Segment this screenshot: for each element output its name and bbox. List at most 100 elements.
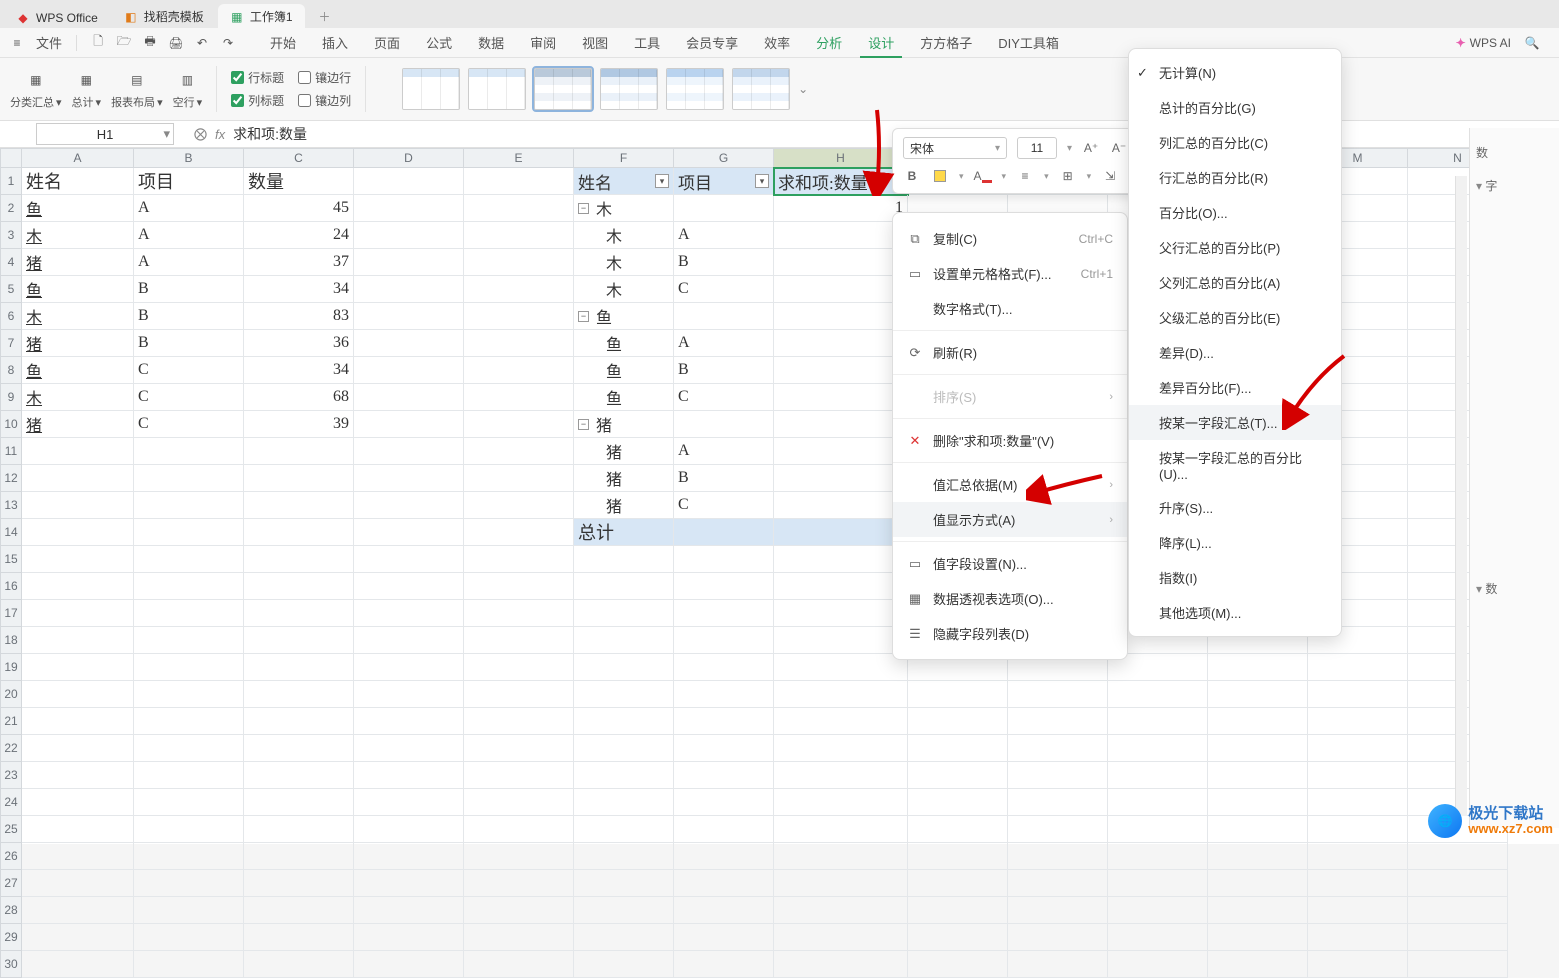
- cell[interactable]: C: [674, 384, 774, 411]
- cell[interactable]: [1208, 681, 1308, 708]
- tab-view[interactable]: 视图: [569, 27, 621, 58]
- name-box[interactable]: H1▾: [36, 123, 174, 145]
- pivot-style-swatch[interactable]: [666, 68, 724, 110]
- layout-button[interactable]: ▤ 报表布局▾: [111, 68, 163, 110]
- chk-banded-col[interactable]: 镶边列: [298, 92, 351, 109]
- cell[interactable]: B: [674, 357, 774, 384]
- cell[interactable]: [134, 573, 244, 600]
- cell[interactable]: 猪: [22, 249, 134, 276]
- redo-icon[interactable]: ↷: [217, 32, 239, 54]
- cell[interactable]: C: [674, 276, 774, 303]
- cell[interactable]: [774, 816, 908, 843]
- cell[interactable]: [674, 573, 774, 600]
- cm-number-format[interactable]: 数字格式(T)...: [893, 291, 1127, 326]
- tab-analysis[interactable]: 分析: [803, 27, 855, 58]
- cell[interactable]: [22, 600, 134, 627]
- cell[interactable]: [774, 789, 908, 816]
- cell[interactable]: [244, 465, 354, 492]
- cell[interactable]: [1008, 762, 1108, 789]
- align-icon[interactable]: ≡: [1016, 167, 1034, 185]
- cell[interactable]: A: [134, 249, 244, 276]
- cell[interactable]: [908, 951, 1008, 978]
- cell[interactable]: [244, 762, 354, 789]
- cell[interactable]: [1208, 816, 1308, 843]
- cell[interactable]: A: [674, 222, 774, 249]
- sm-index[interactable]: 指数(I): [1129, 560, 1341, 595]
- cell[interactable]: [354, 546, 464, 573]
- cell[interactable]: [1208, 735, 1308, 762]
- cell[interactable]: C: [674, 492, 774, 519]
- cell[interactable]: [574, 924, 674, 951]
- cell[interactable]: [774, 546, 908, 573]
- cell[interactable]: [22, 843, 134, 870]
- cell[interactable]: [774, 276, 908, 303]
- cell[interactable]: [1008, 924, 1108, 951]
- cell[interactable]: [22, 708, 134, 735]
- search-icon[interactable]: 🔍: [1521, 32, 1543, 54]
- sm-row-pct[interactable]: 行汇总的百分比(R): [1129, 160, 1341, 195]
- cell[interactable]: [244, 708, 354, 735]
- cell[interactable]: [674, 303, 774, 330]
- chk-row-header[interactable]: 行标题: [231, 69, 284, 86]
- collapse-button[interactable]: −: [578, 203, 589, 214]
- cell[interactable]: [1208, 789, 1308, 816]
- cell[interactable]: [464, 708, 574, 735]
- cell[interactable]: [1408, 924, 1508, 951]
- sm-by-field-pct[interactable]: 按某一字段汇总的百分比(U)...: [1129, 440, 1341, 490]
- cell[interactable]: [464, 951, 574, 978]
- cell[interactable]: [354, 303, 464, 330]
- cell[interactable]: [908, 708, 1008, 735]
- row-header[interactable]: 15: [0, 546, 22, 573]
- tab-diy[interactable]: DIY工具箱: [985, 27, 1072, 58]
- cell[interactable]: [134, 654, 244, 681]
- side-item[interactable]: 数: [1476, 144, 1553, 161]
- cell[interactable]: [134, 735, 244, 762]
- cell[interactable]: [22, 627, 134, 654]
- cell[interactable]: [1108, 681, 1208, 708]
- cell[interactable]: [354, 222, 464, 249]
- select-all-corner[interactable]: [0, 148, 22, 168]
- cell[interactable]: [354, 762, 464, 789]
- sm-pct[interactable]: 百分比(O)...: [1129, 195, 1341, 230]
- cell[interactable]: [1108, 951, 1208, 978]
- cell[interactable]: [774, 735, 908, 762]
- row-header[interactable]: 7: [0, 330, 22, 357]
- cell[interactable]: [22, 924, 134, 951]
- cell[interactable]: [22, 573, 134, 600]
- cm-refresh[interactable]: ⟳刷新(R): [893, 335, 1127, 370]
- cell[interactable]: [774, 951, 908, 978]
- cell[interactable]: [244, 816, 354, 843]
- chk-col-header[interactable]: 列标题: [231, 92, 284, 109]
- col-header[interactable]: D: [354, 148, 464, 168]
- cell[interactable]: [774, 627, 908, 654]
- menu-icon[interactable]: ≡: [6, 32, 28, 54]
- font-family-select[interactable]: 宋体▾: [903, 137, 1007, 159]
- grow-font-icon[interactable]: A⁺: [1082, 139, 1100, 157]
- cell[interactable]: [354, 681, 464, 708]
- cell[interactable]: [464, 816, 574, 843]
- side-item[interactable]: ▾ 数: [1476, 580, 1553, 597]
- cell[interactable]: [464, 870, 574, 897]
- cell[interactable]: [22, 897, 134, 924]
- grandtotal-button[interactable]: ▦ 总计▾: [72, 68, 102, 110]
- vertical-scrollbar[interactable]: [1455, 176, 1467, 816]
- tab-tools[interactable]: 工具: [621, 27, 673, 58]
- cell[interactable]: 项目: [134, 168, 244, 195]
- cell[interactable]: [1408, 870, 1508, 897]
- file-menu[interactable]: 文件: [32, 32, 66, 54]
- cell[interactable]: 木: [22, 384, 134, 411]
- cell[interactable]: [134, 519, 244, 546]
- cell[interactable]: [134, 951, 244, 978]
- cell[interactable]: [1208, 924, 1308, 951]
- cell[interactable]: A: [134, 195, 244, 222]
- cell[interactable]: [354, 357, 464, 384]
- cell[interactable]: [1008, 735, 1108, 762]
- cell[interactable]: [134, 789, 244, 816]
- cell[interactable]: [674, 681, 774, 708]
- style-expand[interactable]: ⌄: [798, 82, 812, 96]
- cell[interactable]: 83: [244, 303, 354, 330]
- cell[interactable]: [354, 924, 464, 951]
- cell[interactable]: [22, 492, 134, 519]
- sm-parent-col[interactable]: 父列汇总的百分比(A): [1129, 265, 1341, 300]
- cell[interactable]: 1: [774, 411, 908, 438]
